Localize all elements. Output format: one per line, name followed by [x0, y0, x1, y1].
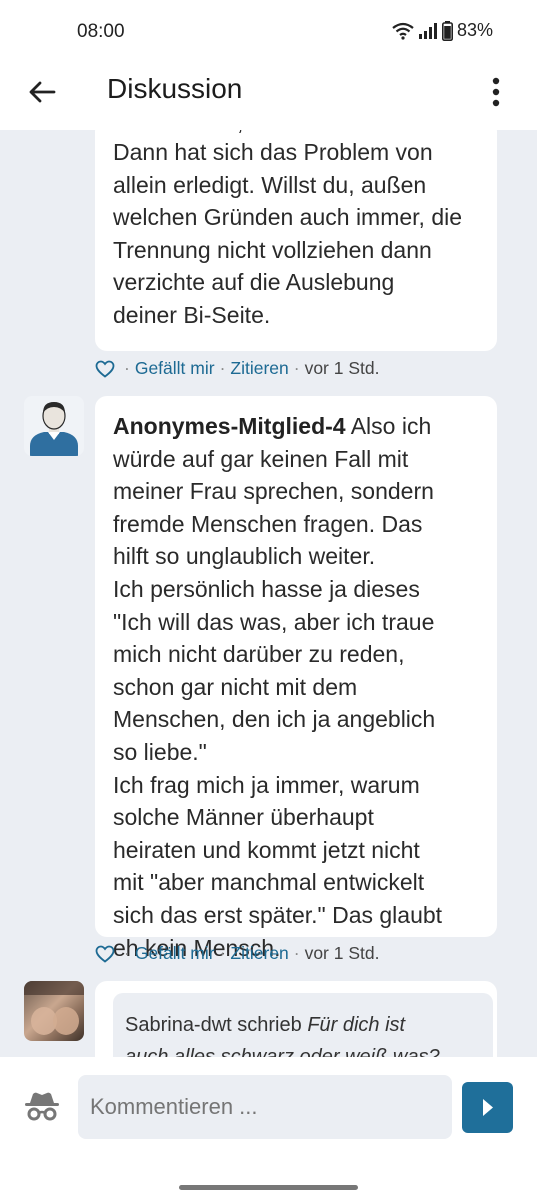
comment-composer: [0, 1057, 537, 1200]
comment-author[interactable]: Anonymes-Mitglied-4: [113, 413, 346, 439]
battery-percent: 83%: [456, 20, 493, 40]
send-icon: [483, 1099, 493, 1116]
signal-icon: [418, 22, 437, 39]
status-icons: 83%: [392, 20, 493, 41]
app-bar: Diskussion: [0, 62, 537, 130]
comment-input[interactable]: [78, 1075, 452, 1139]
page-title: Diskussion: [107, 73, 243, 104]
comment-actions: · Gefällt mir · Zitieren · vor 1 Std.: [95, 943, 379, 964]
back-arrow-icon[interactable]: [26, 76, 58, 108]
comment-body: Also ich würde auf gar keinen Fall mit m…: [113, 413, 443, 961]
like-link[interactable]: Gefällt mir: [135, 943, 215, 964]
comment-feed[interactable]: entscheiden, dass solltest du. Dann hat …: [0, 130, 537, 1057]
quoted-comment: Sabrina-dwt schrieb Für dich ist auch al…: [113, 993, 493, 1057]
heart-icon[interactable]: [95, 945, 115, 963]
avatar[interactable]: [24, 396, 84, 456]
comment-time: vor 1 Std.: [304, 358, 380, 378]
avatar[interactable]: [24, 981, 84, 1041]
comment-text: Dann hat sich das Problem von allein erl…: [113, 139, 463, 328]
heart-icon[interactable]: [95, 360, 115, 378]
wifi-icon: [392, 22, 414, 40]
comment-actions: · Gefällt mir · Zitieren · vor 1 Std.: [95, 358, 379, 379]
more-options-icon[interactable]: [481, 74, 511, 110]
send-button[interactable]: [462, 1082, 513, 1133]
quote-link[interactable]: Zitieren: [230, 943, 288, 964]
comment-bubble: entscheiden, dass solltest du. Dann hat …: [95, 130, 497, 351]
comment-text: Anonymes-Mitglied-4 Also ich würde auf g…: [113, 410, 493, 964]
status-time: 08:00: [77, 21, 125, 42]
quote-link[interactable]: Zitieren: [230, 358, 288, 379]
comment-time: vor 1 Std.: [304, 943, 380, 963]
incognito-icon[interactable]: [24, 1091, 60, 1121]
user-photo-avatar: [24, 981, 84, 1035]
like-link[interactable]: Gefällt mir: [135, 358, 215, 379]
default-user-avatar-icon: [30, 402, 78, 456]
comment-bubble: Anonymes-Mitglied-4 Also ich würde auf g…: [95, 396, 497, 961]
status-bar: 08:00 83%: [0, 0, 537, 62]
comment-bubble: Sabrina-dwt schrieb Für dich ist auch al…: [95, 981, 497, 1057]
battery-icon: [441, 20, 453, 41]
home-indicator: [179, 1185, 358, 1190]
quote-author: Sabrina-dwt schrieb: [125, 1014, 302, 1036]
